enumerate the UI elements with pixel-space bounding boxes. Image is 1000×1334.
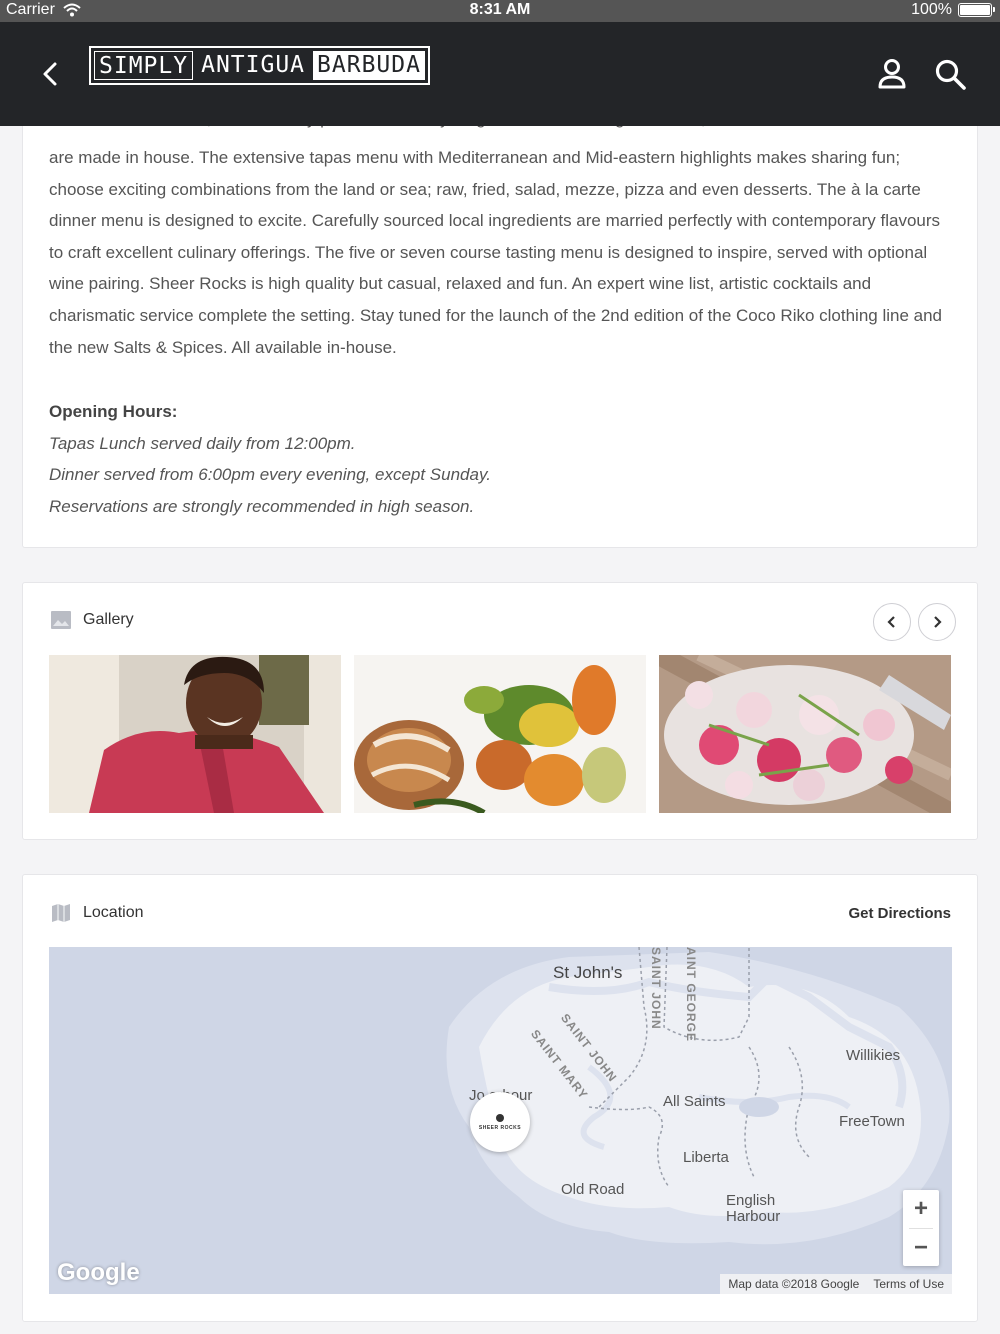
pin-logo-mark [496, 1113, 504, 1122]
user-icon [878, 59, 906, 89]
gallery-photo-salad[interactable] [659, 655, 951, 813]
pin-logo-text: SHEER ROCKS [478, 1124, 522, 1131]
map-label-harbour: Harbour [726, 1208, 781, 1225]
battery-icon [958, 3, 995, 17]
gallery-card: Gallery [22, 582, 978, 840]
get-directions-link[interactable]: Get Directions [848, 905, 951, 922]
battery-percent: 100% [911, 1, 952, 18]
zoom-controls: + − [903, 1190, 939, 1266]
location-map[interactable]: St John's SAINT JOHN SAINT MARY SAINT JO… [49, 947, 952, 1294]
map-label-liberta: Liberta [683, 1149, 729, 1166]
location-pin[interactable]: SHEER ROCKS [470, 1092, 530, 1152]
map-icon [52, 904, 70, 922]
hours-line-lunch: Tapas Lunch served daily from 12:00pm. [49, 433, 356, 453]
status-time: 8:31 AM [469, 1, 531, 18]
search-button[interactable] [932, 56, 968, 92]
zoom-out-button[interactable]: − [903, 1229, 939, 1267]
map-label-old-road: Old Road [561, 1181, 625, 1198]
battery-indicator: 100% [911, 1, 995, 19]
map-label-st-johns: St John's [553, 963, 623, 982]
terms-of-use-link[interactable]: Terms of Use [873, 1277, 944, 1291]
gallery-title: Gallery [83, 611, 134, 628]
hours-line-reservations: Reservations are strongly recommended in… [49, 496, 475, 516]
logo-word-barbuda: BARBUDA [313, 51, 425, 80]
status-bar: Carrier 8:31 AM 100% [0, 0, 1000, 22]
gallery-header: Gallery [51, 611, 134, 629]
map-attribution: Map data ©2018 Google Terms of Use [720, 1274, 952, 1294]
app-header: SIMPLY ANTIGUA BARBUDA [0, 22, 1000, 126]
logo-word-simply: SIMPLY [94, 51, 194, 80]
gallery-prev-button[interactable] [873, 603, 911, 641]
image-icon [51, 611, 71, 629]
map-label-all-saints: All Saints [663, 1093, 726, 1110]
location-title: Location [83, 904, 144, 921]
zoom-in-button[interactable]: + [903, 1190, 939, 1228]
map-label-english-harbour: English Harbour [726, 1193, 780, 1225]
account-button[interactable] [874, 56, 910, 92]
opening-hours: Opening Hours: Tapas Lunch served daily … [49, 396, 491, 522]
search-icon [935, 59, 966, 90]
site-logo[interactable]: SIMPLY ANTIGUA BARBUDA [89, 46, 430, 85]
chevron-left-icon [887, 616, 895, 628]
description-text: are made in house. The extensive tapas m… [49, 148, 943, 357]
location-card: Location Get Directions St John's SAINT … [22, 874, 978, 1322]
map-data-credit: Map data ©2018 Google [728, 1277, 860, 1291]
logo-word-antigua: ANTIGUA [201, 52, 306, 78]
map-label-saint-john-vertical: SAINT JOHN [649, 947, 663, 1030]
map-label-willikies: Willikies [846, 1047, 901, 1064]
opening-hours-title: Opening Hours: [49, 402, 178, 421]
map-label-english: English [726, 1192, 776, 1209]
gallery-next-button[interactable] [918, 603, 956, 641]
location-header: Location [51, 903, 144, 923]
google-logo: Google [57, 1259, 140, 1286]
map-label-freetown: FreeTown [839, 1113, 905, 1130]
chevron-right-icon [934, 616, 942, 628]
gallery-photo-dish[interactable] [354, 655, 646, 813]
map-label-saint-george: AINT GEORGE [684, 947, 698, 1043]
description-card: flavours and textures, immaculately pres… [22, 100, 978, 548]
gallery-photo-chef[interactable] [49, 655, 341, 813]
chevron-left-icon [43, 62, 57, 86]
hours-line-dinner: Dinner served from 6:00pm every evening,… [49, 465, 491, 485]
back-button[interactable] [34, 56, 66, 92]
